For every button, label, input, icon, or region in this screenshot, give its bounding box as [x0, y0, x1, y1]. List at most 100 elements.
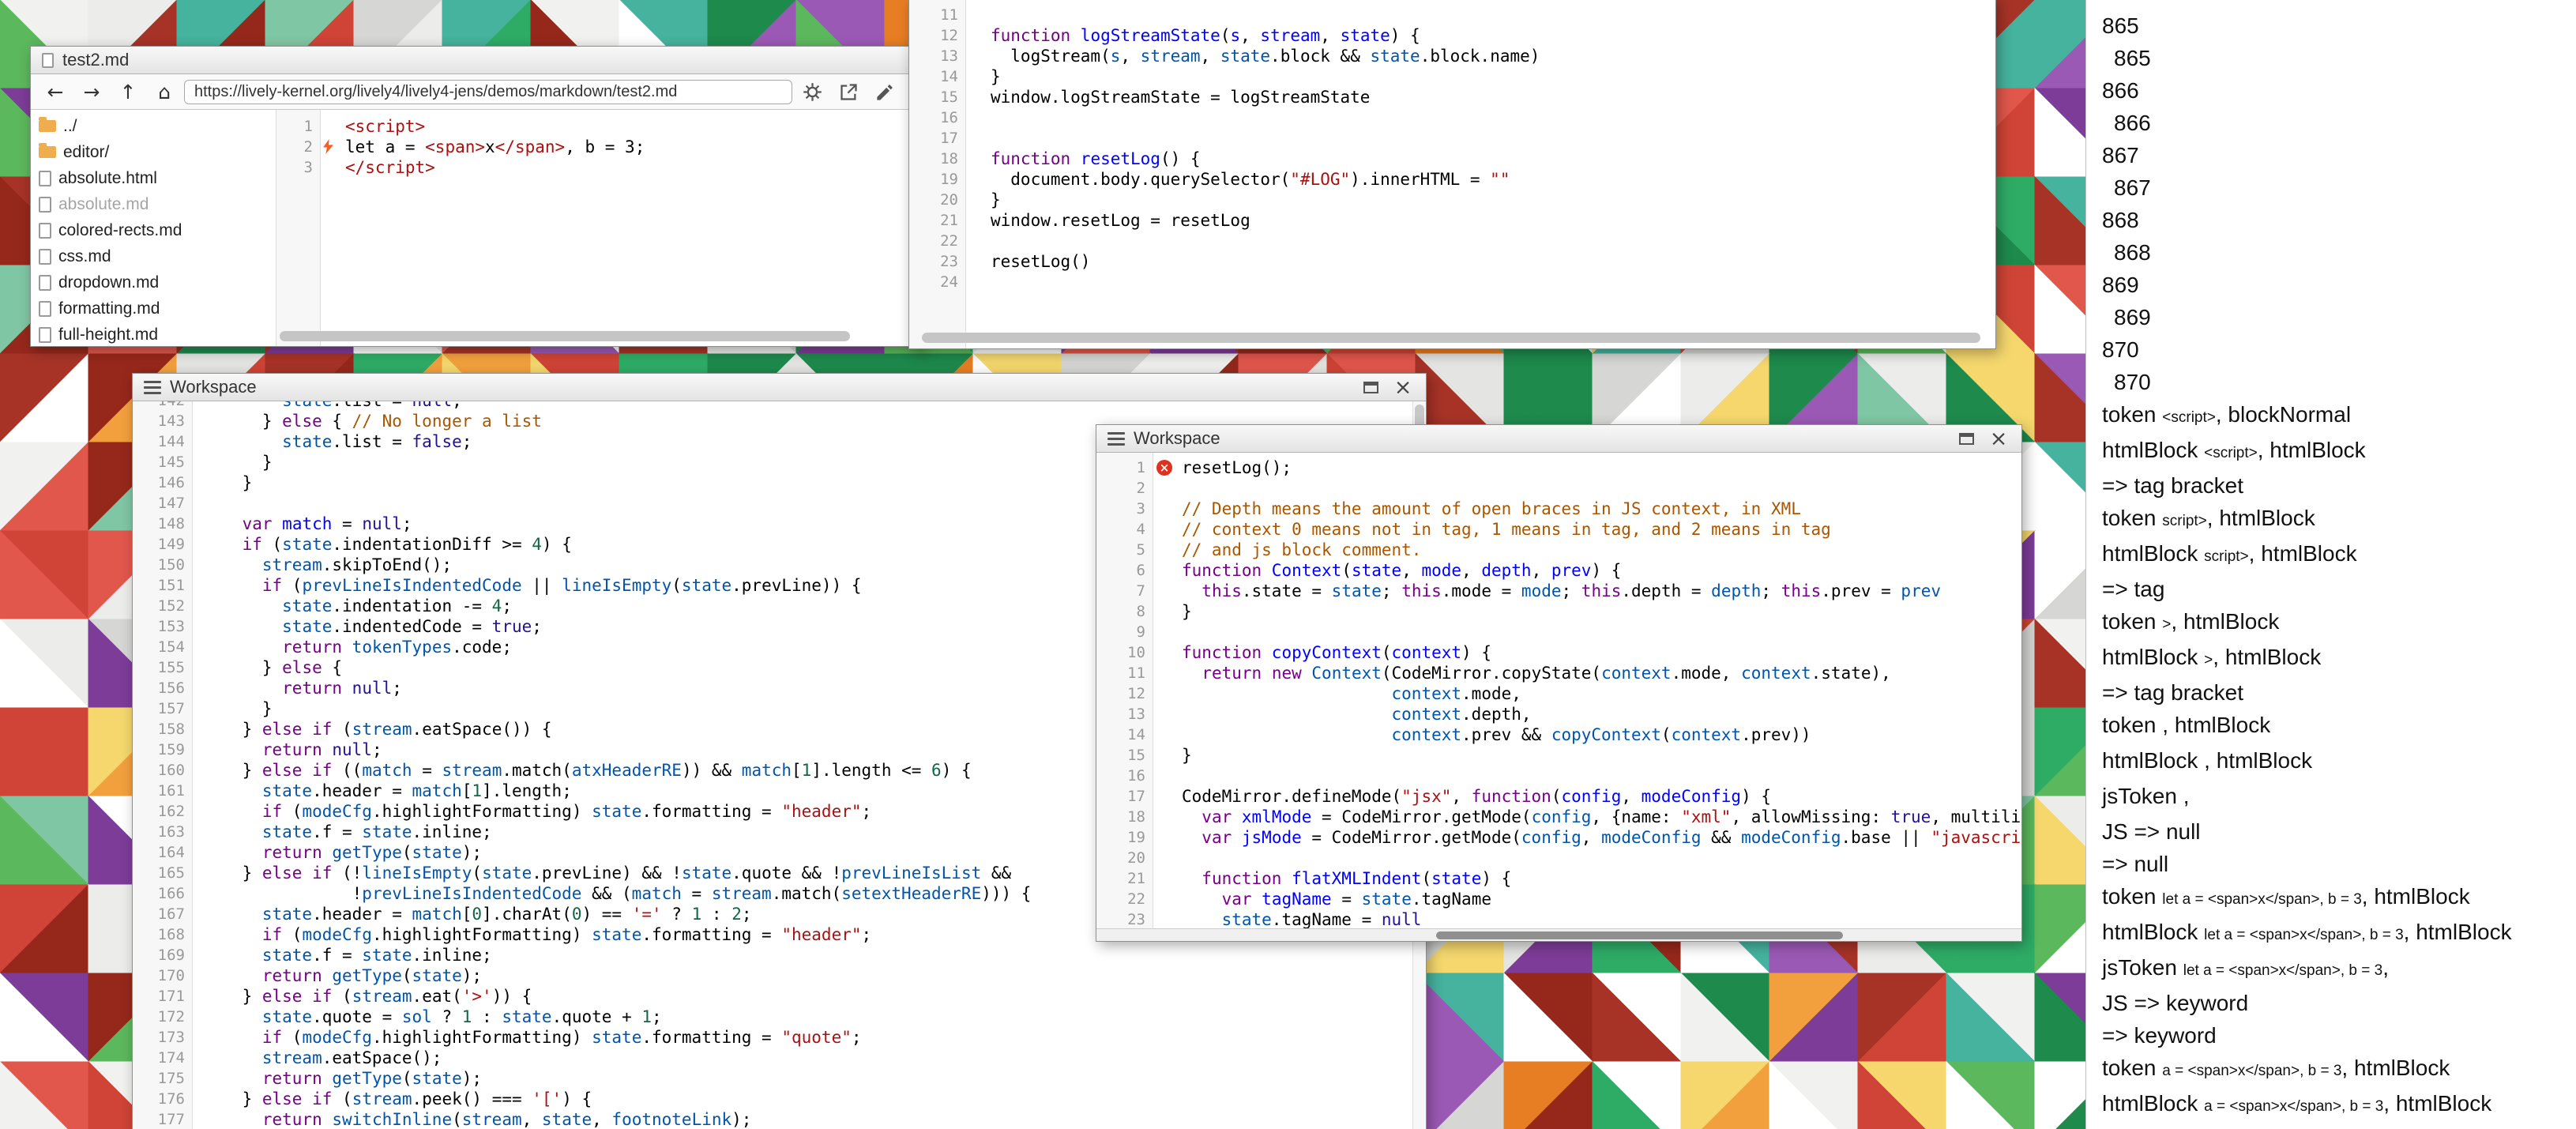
- file-item-full-height.md[interactable]: full-height.md: [31, 322, 276, 346]
- code-line: 19 var jsMode = CodeMirror.getMode(confi…: [1096, 827, 2021, 848]
- code-line: 7 this.state = state; this.mode = mode; …: [1096, 581, 2021, 601]
- settings-icon[interactable]: [795, 77, 829, 106]
- markdown-source-editor[interactable]: 1<script>2let a = <span>x</span>, b = 3;…: [276, 110, 924, 346]
- line-number: 15: [1096, 745, 1153, 766]
- file-item-formatting.md[interactable]: formatting.md: [31, 295, 276, 322]
- workspace-window-right: Workspace × 1resetLog();×23// Depth mean…: [1096, 424, 2022, 942]
- edit-icon[interactable]: [868, 77, 901, 106]
- line-number: 9: [1096, 622, 1153, 642]
- code-line: 16: [909, 107, 1995, 128]
- file-name: formatting.md: [58, 299, 160, 318]
- log-line-number: 869: [2102, 301, 2576, 333]
- line-number: 14: [1096, 724, 1153, 745]
- code-line: 172 state.quote = sol ? 1 : state.quote …: [133, 1007, 1426, 1027]
- line-number: 15: [909, 87, 966, 107]
- back-button[interactable]: ←: [39, 77, 72, 106]
- line-number: 166: [133, 883, 193, 904]
- log-entry: => tag bracket: [2102, 469, 2576, 502]
- code-line: 13 logStream(s, stream, state.block && s…: [909, 46, 1995, 66]
- line-number: 23: [1096, 909, 1153, 930]
- folder-item-..[interactable]: ../: [31, 113, 276, 139]
- line-number: 3: [276, 157, 321, 178]
- log-entry: htmlBlock <script>, htmlBlock: [2102, 434, 2576, 469]
- window-title: Workspace: [170, 377, 257, 397]
- log-line-number: 868: [2102, 204, 2576, 236]
- code-editor-window: 1112function logStreamState(s, stream, s…: [908, 0, 1996, 349]
- code-line: 20}: [909, 190, 1995, 210]
- file-icon: [39, 301, 51, 317]
- log-entry: => null: [2102, 848, 2576, 880]
- log-entry: jsToken ,: [2102, 780, 2576, 815]
- up-button[interactable]: ↑: [111, 77, 145, 106]
- log-entry: => keyword: [2102, 1019, 2576, 1052]
- file-icon: [39, 223, 51, 239]
- home-button[interactable]: ⌂: [148, 77, 181, 106]
- line-number: 150: [133, 555, 193, 575]
- code-editor[interactable]: 1112function logStreamState(s, stream, s…: [909, 0, 1995, 348]
- code-line: 2: [1096, 478, 2021, 499]
- horizontal-scrollbar-thumb[interactable]: [1436, 931, 1843, 939]
- line-number: 170: [133, 965, 193, 986]
- log-content: 865865866866867867868868869869870870toke…: [2102, 9, 2576, 1129]
- workspace-titlebar[interactable]: Workspace ×: [1096, 425, 2021, 453]
- file-item-absolute.md[interactable]: absolute.md: [31, 191, 276, 217]
- error-marker-icon: ×: [1156, 460, 1172, 476]
- maximize-button[interactable]: [1359, 377, 1382, 397]
- close-button[interactable]: ×: [1987, 428, 2010, 449]
- code-line: 175 return getType(state);: [133, 1068, 1426, 1089]
- file-item-colored-rects.md[interactable]: colored-rects.md: [31, 217, 276, 243]
- line-number: 12: [909, 25, 966, 46]
- url-input[interactable]: [184, 80, 792, 104]
- code-line: 1<script>: [276, 116, 924, 137]
- code-line: 14 context.prev && copyContext(context.p…: [1096, 724, 2021, 745]
- file-item-dropdown.md[interactable]: dropdown.md: [31, 269, 276, 295]
- code-line: 169 state.f = state.inline;: [133, 945, 1426, 965]
- window-title: Workspace: [1134, 428, 1220, 449]
- window-title: test2.md: [62, 50, 129, 70]
- line-number: 19: [1096, 827, 1153, 848]
- line-number: 20: [1096, 848, 1153, 868]
- line-number: 145: [133, 452, 193, 472]
- line-number: 173: [133, 1027, 193, 1048]
- log-line-number: 866: [2102, 107, 2576, 139]
- line-number: 4: [1096, 519, 1153, 540]
- line-number: 177: [133, 1109, 193, 1129]
- log-entry: => tag bracket: [2102, 676, 2576, 709]
- window-menu-icon[interactable]: [1107, 432, 1125, 446]
- log-entry: jsToken let a = <span>x</span>, b = 3,: [2102, 951, 2576, 987]
- line-number: 174: [133, 1048, 193, 1068]
- horizontal-scrollbar-thumb[interactable]: [922, 333, 1980, 343]
- code-line: 170 return getType(state);: [133, 965, 1426, 986]
- line-number: 152: [133, 596, 193, 616]
- folder-icon: [39, 120, 56, 132]
- log-line-number: 867: [2102, 171, 2576, 204]
- code-line: 23 state.tagName = null: [1096, 909, 2021, 930]
- file-item-css.md[interactable]: css.md: [31, 243, 276, 269]
- code-line: 12 context.mode,: [1096, 683, 2021, 704]
- horizontal-scrollbar[interactable]: [1096, 928, 2021, 941]
- forward-button[interactable]: →: [75, 77, 108, 106]
- code-line: 23resetLog(): [909, 251, 1995, 272]
- browser-titlebar[interactable]: test2.md: [31, 47, 924, 74]
- workspace-editor[interactable]: 1resetLog();×23// Depth means the amount…: [1096, 453, 2021, 941]
- maximize-button[interactable]: [1954, 428, 1978, 449]
- horizontal-scrollbar-thumb[interactable]: [280, 331, 850, 341]
- line-number: 151: [133, 575, 193, 596]
- folder-item-editor[interactable]: editor/: [31, 139, 276, 165]
- line-number: 175: [133, 1068, 193, 1089]
- line-number: 153: [133, 616, 193, 637]
- open-external-icon[interactable]: [832, 77, 865, 106]
- code-line: 17: [909, 128, 1995, 149]
- log-entry: => tag: [2102, 573, 2576, 605]
- line-number: 24: [909, 272, 966, 292]
- file-item-absolute.html[interactable]: absolute.html: [31, 165, 276, 191]
- line-number: 16: [1096, 766, 1153, 786]
- line-number: 163: [133, 822, 193, 842]
- file-icon: [39, 197, 51, 213]
- code-line: 6function Context(state, mode, depth, pr…: [1096, 560, 2021, 581]
- line-number: 17: [909, 128, 966, 149]
- window-menu-icon[interactable]: [144, 381, 161, 394]
- workspace-titlebar[interactable]: Workspace ×: [133, 374, 1426, 401]
- close-button[interactable]: ×: [1391, 377, 1415, 397]
- code-line: 15window.logStreamState = logStreamState: [909, 87, 1995, 107]
